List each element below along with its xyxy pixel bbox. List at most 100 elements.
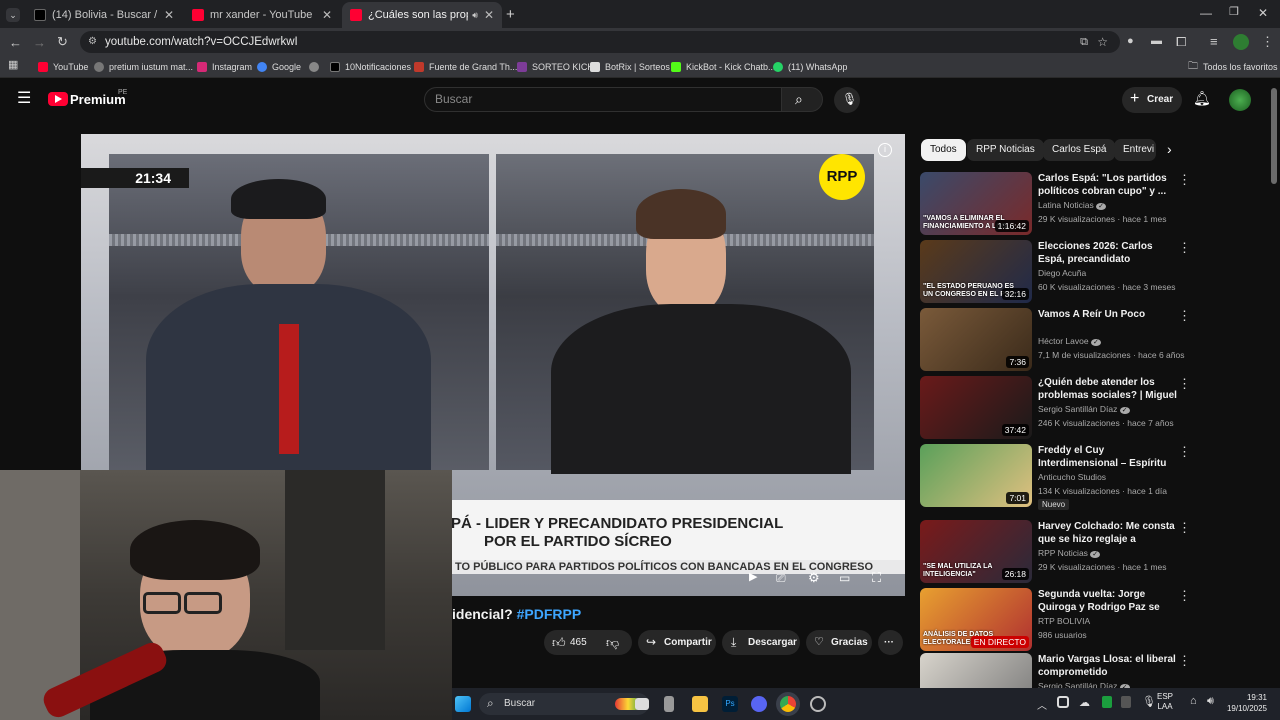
cast-icon[interactable]: ⧉: [1080, 31, 1088, 53]
more-options-icon[interactable]: ⋮: [1178, 653, 1191, 669]
video-thumbnail[interactable]: "VAMOS A ELIMINAR EL FINANCIAMIENTO A LO…: [920, 172, 1032, 235]
bookmark-x-notifications[interactable]: 10Notificaciones: [330, 60, 411, 74]
all-bookmarks-folder[interactable]: 🗀︎ Todos los favoritos: [1188, 60, 1278, 74]
tray-app-icon[interactable]: [1121, 696, 1131, 708]
account-avatar[interactable]: [1229, 89, 1251, 111]
bookmark-pretium[interactable]: pretium iustum mat...: [94, 60, 193, 74]
chrome-icon[interactable]: [780, 696, 796, 712]
app-icon[interactable]: [810, 696, 826, 712]
chrome-menu-icon[interactable]: ⋮: [1261, 35, 1274, 48]
bookmark-botrix[interactable]: BotRix | Sorteos: [590, 60, 670, 74]
video-thumbnail[interactable]: 7:01: [920, 444, 1032, 507]
video-thumbnail[interactable]: 37:42: [920, 376, 1032, 439]
page-scrollbar[interactable]: [1271, 88, 1277, 184]
related-video-item[interactable]: 7:36 Vamos A Reír Un Poco Héctor Lavoe ✓…: [920, 308, 1275, 372]
restore-icon[interactable]: ❐: [1229, 7, 1239, 18]
network-icon[interactable]: ⌂: [1190, 695, 1197, 707]
channel-name[interactable]: Sergio Santillán Díaz ✓: [1038, 404, 1130, 414]
search-button[interactable]: ⌕: [781, 87, 823, 112]
video-title[interactable]: ¿Quién debe atender los problemas social…: [1038, 376, 1178, 403]
file-explorer-icon[interactable]: [692, 696, 708, 712]
youtube-logo-icon[interactable]: [48, 92, 68, 106]
channel-name[interactable]: Diego Acuña: [1038, 268, 1086, 278]
task-view-icon[interactable]: [635, 698, 649, 710]
bookmark-youtube[interactable]: YouTube: [38, 60, 88, 74]
video-title[interactable]: Carlos Espá: "Los partidos políticos cob…: [1038, 172, 1178, 198]
video-title[interactable]: Segunda vuelta: Jorge Quiroga y Rodrigo …: [1038, 588, 1178, 615]
back-icon[interactable]: ←: [9, 36, 22, 49]
autoplay-toggle-icon[interactable]: ▶: [749, 572, 757, 583]
hashtag-link[interactable]: #PDFRPP: [517, 606, 582, 622]
tab-x[interactable]: (14) Bolivia - Buscar / X ✕: [26, 2, 182, 28]
audio-playing-icon[interactable]: 🔊︎: [472, 10, 478, 21]
site-info-icon[interactable]: ⚙: [88, 31, 97, 53]
close-tab-icon[interactable]: ✕: [484, 8, 494, 22]
video-title[interactable]: Elecciones 2026: Carlos Espá, precandida…: [1038, 240, 1178, 267]
address-bar[interactable]: ⚙ youtube.com/watch?v=OCCJEdwrkwI ⧉ ☆: [80, 31, 1120, 53]
chip-all[interactable]: Todos: [921, 139, 966, 161]
tab-youtube-channel[interactable]: mr xander - YouTube ✕: [184, 2, 340, 28]
windows-start-icon[interactable]: [455, 696, 471, 712]
show-hidden-icons[interactable]: ︿: [1037, 697, 1047, 712]
photoshop-icon[interactable]: Ps: [722, 696, 738, 712]
info-icon[interactable]: i: [878, 143, 892, 157]
more-options-icon[interactable]: ⋮: [1178, 444, 1191, 460]
reload-icon[interactable]: ↻: [57, 35, 68, 48]
channel-name[interactable]: Héctor Lavoe ✓: [1038, 336, 1101, 346]
microphone-tray-icon[interactable]: 🎙︎: [1142, 695, 1156, 708]
channel-name[interactable]: RTP BOLIVIA: [1038, 616, 1090, 626]
extension-icon[interactable]: ▬: [1151, 36, 1162, 47]
related-video-item[interactable]: "EL ESTADO PERUANO ES UN CONGRESO EN EL …: [920, 240, 1275, 304]
chip-rpp-noticias[interactable]: RPP Noticias: [967, 139, 1044, 161]
video-title[interactable]: Vamos A Reír Un Poco: [1038, 308, 1178, 321]
taskbar-search[interactable]: ⌕ Buscar: [479, 693, 649, 715]
profile-avatar[interactable]: [1233, 34, 1249, 50]
more-options-icon[interactable]: ⋮: [1178, 172, 1191, 188]
subtitles-icon[interactable]: ⎚: [776, 572, 786, 584]
theater-mode-icon[interactable]: ▭: [839, 572, 850, 584]
share-button[interactable]: ↪ Compartir: [638, 630, 716, 655]
voice-search-button[interactable]: 🎙︎: [834, 87, 860, 113]
hamburger-menu-icon[interactable]: ☰: [17, 91, 31, 107]
minimize-icon[interactable]: —: [1200, 7, 1212, 19]
bookmark-whatsapp[interactable]: (11) WhatsApp: [773, 60, 847, 74]
related-video-item[interactable]: ANÁLISIS DE DATOS ELECTORALES EN DIRECTO…: [920, 588, 1275, 652]
related-video-item[interactable]: "VAMOS A ELIMINAR EL FINANCIAMIENTO A LO…: [920, 172, 1275, 236]
create-button[interactable]: + Crear: [1122, 87, 1182, 113]
video-thumbnail[interactable]: "SE MAL UTILIZA LA INTELIGENCIA" 26:18: [920, 520, 1032, 583]
close-tab-icon[interactable]: ✕: [164, 8, 174, 22]
bookmark-unnamed[interactable]: [309, 60, 324, 74]
new-tab-icon[interactable]: +: [506, 7, 515, 22]
volume-icon[interactable]: 🔊︎: [1207, 695, 1214, 708]
thanks-button[interactable]: ♡ Gracias: [806, 630, 872, 655]
fullscreen-icon[interactable]: ⛶: [872, 571, 881, 584]
bookmark-star-icon[interactable]: ☆: [1097, 31, 1108, 53]
like-button[interactable]: 👍︎: [552, 630, 566, 655]
video-title[interactable]: Freddy el Cuy Interdimensional – Espírit…: [1038, 444, 1178, 471]
apps-grid-icon[interactable]: ▦: [8, 60, 18, 71]
bookmark-gta[interactable]: Fuente de Grand Th...: [414, 60, 517, 74]
channel-name[interactable]: Anticucho Studios: [1038, 472, 1106, 482]
video-thumbnail[interactable]: ANÁLISIS DE DATOS ELECTORALES EN DIRECTO: [920, 588, 1032, 651]
bookmark-google[interactable]: Google: [257, 60, 301, 74]
settings-gear-icon[interactable]: ⚙: [808, 571, 820, 584]
search-input[interactable]: Buscar: [424, 87, 782, 112]
tray-app-icon[interactable]: [1057, 696, 1069, 708]
bookmark-sorteo-kick[interactable]: SORTEO KICK: [517, 60, 593, 74]
more-options-icon[interactable]: ⋮: [1178, 588, 1191, 604]
chip-carlos-espa[interactable]: Carlos Espá: [1043, 139, 1116, 161]
extensions-puzzle-icon[interactable]: ⧠: [1176, 35, 1186, 48]
tab-youtube-video[interactable]: ¿Cuáles son las propuestas 🔊︎ ✕: [342, 2, 502, 28]
notifications-bell-icon[interactable]: 🔔︎: [1193, 91, 1211, 105]
video-title[interactable]: Harvey Colchado: Me consta que se hizo r…: [1038, 520, 1178, 547]
bookmark-instagram[interactable]: Instagram: [197, 60, 252, 74]
more-options-icon[interactable]: ⋮: [1178, 240, 1191, 256]
more-options-icon[interactable]: ⋮: [1178, 376, 1191, 392]
download-button[interactable]: ⤓ Descargar: [722, 630, 800, 655]
input-language[interactable]: ESP LAA: [1157, 692, 1173, 712]
dislike-button[interactable]: 👎︎: [606, 630, 619, 655]
app-icon[interactable]: [664, 696, 674, 712]
related-video-item[interactable]: "SE MAL UTILIZA LA INTELIGENCIA" 26:18 H…: [920, 520, 1275, 584]
clock[interactable]: 19:31 19/10/2025: [1222, 692, 1267, 714]
tray-security-icon[interactable]: [1102, 696, 1112, 708]
